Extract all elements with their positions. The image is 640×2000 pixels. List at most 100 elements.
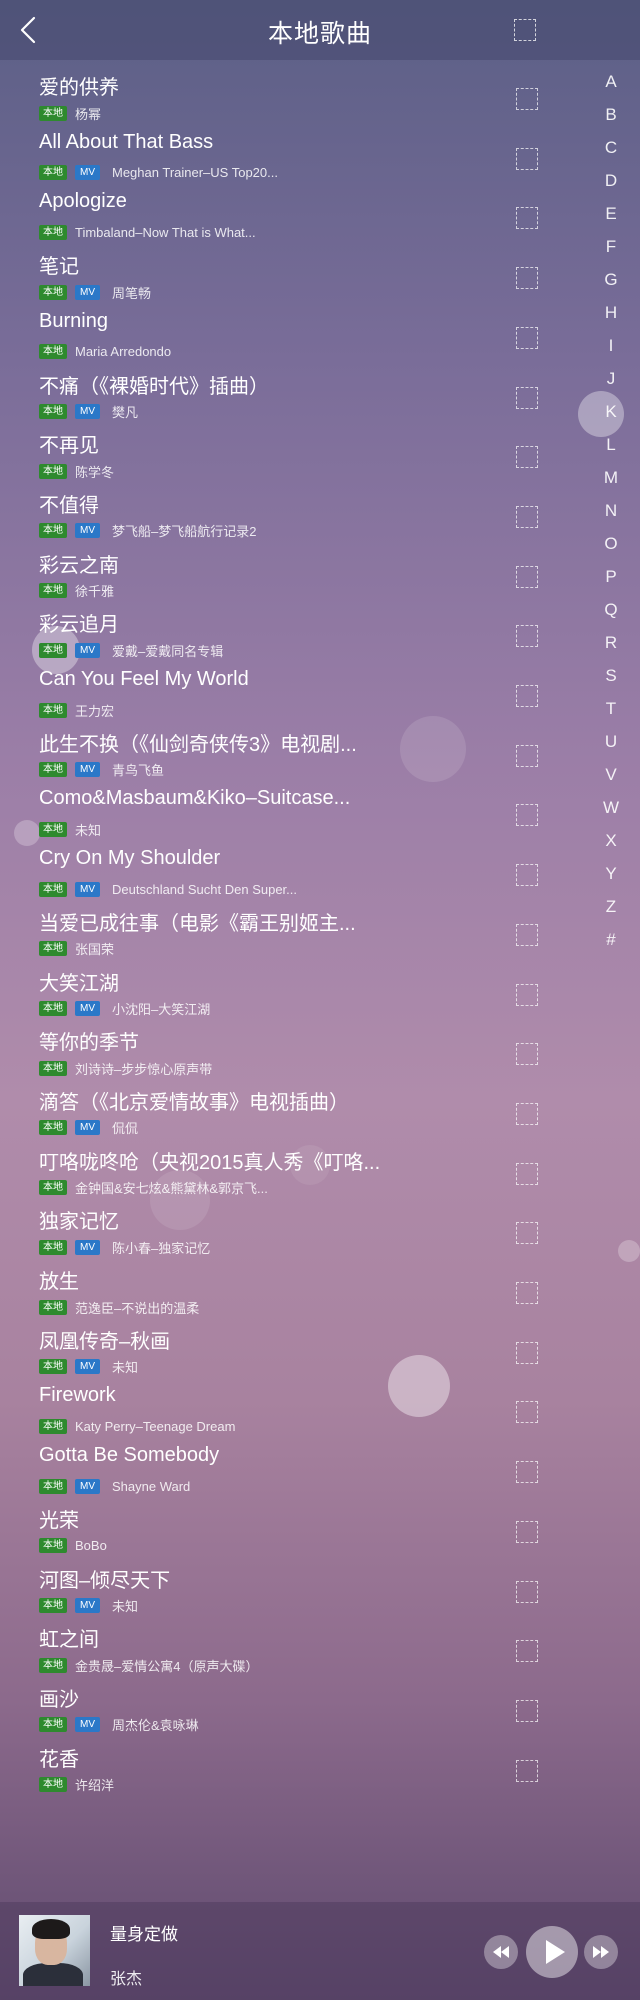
mv-badge[interactable]: MV	[75, 1359, 100, 1375]
song-row[interactable]: Apologize 本地 Timbaland–Now That is What...	[0, 179, 590, 240]
song-select-checkbox[interactable]	[516, 386, 538, 409]
song-row[interactable]: 当爱已成往事（电影《霸王别姬主... 本地 张国荣	[0, 896, 590, 957]
mv-badge[interactable]: MV	[75, 1478, 100, 1494]
song-row[interactable]: 不再见 本地 陈学冬	[0, 418, 590, 480]
index-letter-s[interactable]: S	[594, 666, 628, 686]
song-select-checkbox[interactable]	[516, 923, 538, 946]
song-row[interactable]: Como&Masbaum&Kiko–Suitcase... 本地 未知	[0, 776, 590, 838]
song-row[interactable]: 爱的供养 本地 杨幂	[0, 60, 590, 122]
song-select-checkbox[interactable]	[516, 1699, 538, 1722]
song-row[interactable]: 河图–倾尽天下 本地 MV 未知	[0, 1553, 590, 1614]
song-select-checkbox[interactable]	[516, 1282, 538, 1304]
song-select-checkbox[interactable]	[516, 1461, 538, 1484]
song-row[interactable]: 大笑江湖 本地 MV 小沈阳–大笑江湖	[0, 956, 590, 1017]
index-letter-c[interactable]: C	[594, 138, 628, 158]
index-letter-e[interactable]: E	[594, 204, 628, 224]
play-button[interactable]	[526, 1926, 578, 1978]
mv-badge[interactable]: MV	[75, 284, 100, 300]
song-select-checkbox[interactable]	[516, 1162, 538, 1185]
index-letter-d[interactable]: D	[594, 171, 628, 191]
song-select-checkbox[interactable]	[516, 446, 538, 469]
song-row[interactable]: Burning 本地 Maria Arredondo	[0, 299, 590, 360]
song-select-checkbox[interactable]	[516, 1043, 538, 1066]
song-select-checkbox[interactable]	[516, 207, 538, 230]
song-select-checkbox[interactable]	[516, 1341, 538, 1364]
now-playing-bar[interactable]: 量身定做 张杰	[0, 1902, 640, 2000]
song-row[interactable]: Firework 本地 Katy Perry–Teenage Dream	[0, 1373, 590, 1434]
index-letter-hash[interactable]: #	[594, 930, 628, 950]
song-select-checkbox[interactable]	[516, 147, 538, 170]
mv-badge[interactable]: MV	[75, 762, 100, 778]
song-row[interactable]: 凤凰传奇–秋画 本地 MV 未知	[0, 1314, 590, 1375]
song-select-checkbox[interactable]	[516, 685, 538, 707]
index-letter-p[interactable]: P	[594, 567, 628, 587]
index-letter-g[interactable]: G	[594, 270, 628, 290]
song-select-checkbox[interactable]	[516, 1222, 538, 1245]
song-row[interactable]: 等你的季节 本地 刘诗诗–步步惊心原声带	[0, 1015, 590, 1077]
index-letter-w[interactable]: W	[594, 798, 628, 818]
song-select-checkbox[interactable]	[516, 1759, 538, 1782]
song-row[interactable]: 放生 本地 范逸臣–不说出的温柔	[0, 1254, 590, 1316]
index-letter-o[interactable]: O	[594, 534, 628, 554]
song-select-checkbox[interactable]	[516, 625, 538, 648]
mv-badge[interactable]: MV	[75, 165, 100, 181]
song-row[interactable]: 花香 本地 许绍洋	[0, 1732, 590, 1793]
mv-badge[interactable]: MV	[75, 1001, 100, 1016]
song-select-checkbox[interactable]	[516, 983, 538, 1006]
song-select-checkbox[interactable]	[516, 1580, 538, 1603]
song-row[interactable]: 彩云之南 本地 徐千雅	[0, 538, 590, 599]
mv-badge[interactable]: MV	[75, 881, 100, 897]
song-row[interactable]: 叮咯咙咚呛（央视2015真人秀《叮咯... 本地 金钟国&安七炫&熊黛林&郭京飞..…	[0, 1135, 590, 1196]
index-letter-v[interactable]: V	[594, 765, 628, 785]
album-cover[interactable]	[19, 1915, 90, 1986]
song-select-checkbox[interactable]	[516, 505, 538, 528]
index-letter-r[interactable]: R	[594, 633, 628, 653]
song-select-checkbox[interactable]	[516, 1102, 538, 1125]
index-letter-u[interactable]: U	[594, 732, 628, 752]
song-row[interactable]: 此生不换（《仙剑奇侠传3》电视剧... 本地 MV 青鸟飞鱼	[0, 717, 590, 778]
index-letter-t[interactable]: T	[594, 699, 628, 719]
song-row[interactable]: 虹之间 本地 金贵晟–爱情公寓4（原声大碟）	[0, 1612, 590, 1674]
index-letter-m[interactable]: M	[594, 468, 628, 488]
mv-badge[interactable]: MV	[75, 1120, 100, 1136]
song-row[interactable]: 滴答（《北京爱情故事》电视插曲） 本地 MV 侃侃	[0, 1075, 590, 1136]
song-select-checkbox[interactable]	[516, 1401, 538, 1424]
song-select-checkbox[interactable]	[516, 565, 538, 588]
song-row[interactable]: Gotta Be Somebody 本地 MV Shayne Ward	[0, 1433, 590, 1494]
song-row[interactable]: Can You Feel My World 本地 王力宏	[0, 657, 590, 719]
song-row[interactable]: 不痛（《裸婚时代》插曲） 本地 MV 樊凡	[0, 359, 590, 420]
song-select-checkbox[interactable]	[516, 1640, 538, 1663]
index-letter-f[interactable]: F	[594, 237, 628, 257]
mv-badge[interactable]: MV	[75, 1598, 100, 1613]
select-all-checkbox[interactable]	[514, 19, 536, 41]
index-letter-i[interactable]: I	[594, 336, 628, 356]
song-row[interactable]: All About That Bass 本地 MV Meghan Trainer–US…	[0, 120, 590, 181]
song-row[interactable]: 笔记 本地 MV 周笔畅	[0, 239, 590, 301]
mv-badge[interactable]: MV	[75, 404, 100, 419]
song-select-checkbox[interactable]	[516, 804, 538, 827]
index-letter-l[interactable]: L	[594, 435, 628, 455]
mv-badge[interactable]: MV	[75, 1717, 100, 1733]
index-letter-n[interactable]: N	[594, 501, 628, 521]
song-select-checkbox[interactable]	[516, 864, 538, 887]
next-button[interactable]	[584, 1935, 618, 1969]
mv-badge[interactable]: MV	[75, 523, 100, 539]
index-letter-q[interactable]: Q	[594, 600, 628, 620]
index-letter-z[interactable]: Z	[594, 897, 628, 917]
song-row[interactable]: 不值得 本地 MV 梦飞船–梦飞船航行记录2	[0, 478, 590, 539]
song-row[interactable]: Cry On My Shoulder 本地 MV Deutschland Sucht …	[0, 836, 590, 897]
song-row[interactable]: 光荣 本地 BoBo	[0, 1493, 590, 1554]
previous-button[interactable]	[484, 1935, 518, 1969]
index-letter-j[interactable]: J	[594, 369, 628, 389]
mv-badge[interactable]: MV	[75, 1239, 100, 1255]
index-letter-k[interactable]: K	[594, 402, 628, 422]
song-row[interactable]: 彩云追月 本地 MV 爱戴–爱戴同名专辑	[0, 597, 590, 659]
song-select-checkbox[interactable]	[516, 88, 538, 110]
mv-badge[interactable]: MV	[75, 642, 100, 658]
index-letter-a[interactable]: A	[594, 72, 628, 92]
song-select-checkbox[interactable]	[516, 1520, 538, 1543]
song-select-checkbox[interactable]	[516, 744, 538, 767]
song-row[interactable]: 独家记忆 本地 MV 陈小春–独家记忆	[0, 1194, 590, 1256]
song-row[interactable]: 画沙 本地 MV 周杰伦&袁咏琳	[0, 1672, 590, 1733]
index-letter-h[interactable]: H	[594, 303, 628, 323]
